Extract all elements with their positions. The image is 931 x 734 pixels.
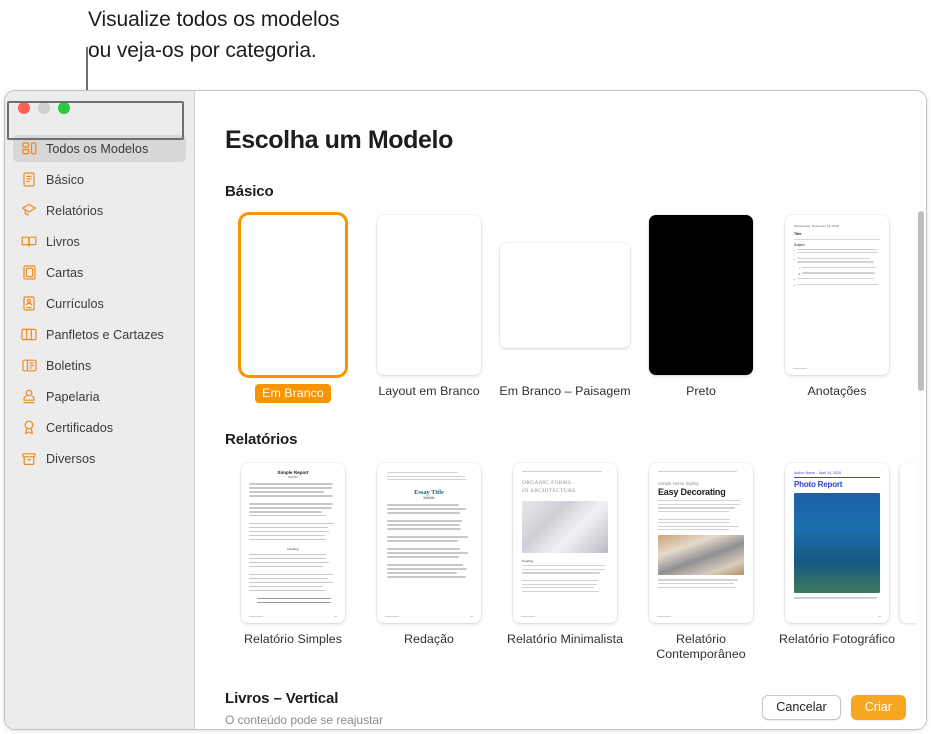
- sidebar-item-diversos[interactable]: Diversos: [13, 445, 186, 472]
- sidebar-item-label: Todos os Modelos: [46, 142, 148, 156]
- template-label: Layout em Branco: [378, 384, 479, 399]
- stamp-icon: [21, 389, 37, 405]
- sidebar-item-label: Relatórios: [46, 204, 103, 218]
- sidebar-item-cartas[interactable]: Cartas: [13, 259, 186, 286]
- open-book-icon: [21, 234, 37, 250]
- document-icon: [21, 172, 37, 188]
- sidebar-item-boletins[interactable]: Boletins: [13, 352, 186, 379]
- template-sections: BásicoEm BrancoLayout em BrancoEm Branco…: [225, 183, 926, 727]
- template-label: Anotações: [807, 384, 866, 399]
- sidebar-item-todos-os-modelos[interactable]: Todos os Modelos: [13, 135, 186, 162]
- template-thumbnail[interactable]: [377, 215, 481, 375]
- template-label: Relatório Fotográfico: [779, 632, 895, 647]
- template-label: Redação: [404, 632, 454, 647]
- screenshot-root: Visualize todos os modelos ou veja-os po…: [0, 0, 931, 734]
- template-card[interactable]: Layout em Branco: [361, 215, 497, 403]
- template-thumbnail-wrap: Simple Home StylingEasy Decorating: [633, 463, 769, 623]
- sidebar: Todos os Modelos Básico Relatórios Livros Ca…: [5, 91, 195, 729]
- template-thumbnail[interactable]: [649, 215, 753, 375]
- template-thumbnail-wrap: [225, 215, 361, 375]
- zoom-button[interactable]: [58, 102, 70, 114]
- sidebar-item-panfletos-e-cartazes[interactable]: Panfletos e Cartazes: [13, 321, 186, 348]
- sidebar-item-label: Currículos: [46, 297, 104, 311]
- template-row: Simple ReportSubtitleHeading Relatório Si…: [225, 463, 926, 662]
- template-thumbnail-wrap: Simple ReportSubtitleHeading: [225, 463, 361, 623]
- template-thumbnail-wrap: [497, 215, 633, 375]
- template-thumbnail-wrap: Essay TitleSubtitle: [361, 463, 497, 623]
- sidebar-item-label: Cartas: [46, 266, 83, 280]
- template-thumbnail-wrap: [361, 215, 497, 375]
- template-card[interactable]: Preto: [633, 215, 769, 403]
- template-thumbnail[interactable]: Simple Home StylingEasy Decorating: [649, 463, 753, 623]
- template-thumbnail[interactable]: [500, 243, 630, 348]
- template-thumbnail-wrap: Wednesday, December 19, 2018TitleSubject: [769, 215, 905, 375]
- template-label: Relatório Minimalista: [507, 632, 623, 647]
- archive-box-icon: [21, 451, 37, 467]
- template-chooser-window: Todos os Modelos Básico Relatórios Livros Ca…: [4, 90, 927, 730]
- template-card[interactable]: Em Branco – Paisagem: [497, 215, 633, 403]
- grid-icon: [21, 141, 37, 157]
- page-title: Escolha um Modelo: [225, 126, 926, 155]
- section-heading: Relatórios: [225, 431, 926, 448]
- template-thumbnail-wrap: [633, 215, 769, 375]
- sidebar-category-list: Todos os Modelos Básico Relatórios Livros Ca…: [5, 135, 194, 472]
- sidebar-item-label: Boletins: [46, 359, 91, 373]
- award-ribbon-icon: [21, 420, 37, 436]
- sidebar-item-papelaria[interactable]: Papelaria: [13, 383, 186, 410]
- template-thumbnail[interactable]: Essay TitleSubtitle: [377, 463, 481, 623]
- sidebar-item-label: Papelaria: [46, 390, 100, 404]
- template-row: Em Branco Layout em Branco Em Branco – Pai…: [225, 215, 926, 403]
- sidebar-item-label: Básico: [46, 173, 84, 187]
- resume-icon: [21, 296, 37, 312]
- template-thumbnail-wrap: ORGANIC FORMSIN ARCHITECTUREHeading: [497, 463, 633, 623]
- sidebar-item-b-sico[interactable]: Básico: [13, 166, 186, 193]
- letter-frame-icon: [21, 265, 37, 281]
- template-card[interactable]: Em Branco: [225, 215, 361, 403]
- sidebar-item-livros[interactable]: Livros: [13, 228, 186, 255]
- callout-text: Visualize todos os modelos ou veja-os po…: [88, 4, 508, 66]
- template-thumbnail-wrap: Author Name – April 14, 2020Photo Report: [769, 463, 905, 623]
- create-button[interactable]: Criar: [851, 695, 906, 720]
- template-label: Relatório Contemporâneo: [633, 632, 769, 662]
- template-thumbnail[interactable]: ORGANIC FORMSIN ARCHITECTUREHeading: [513, 463, 617, 623]
- section-heading: Básico: [225, 183, 926, 200]
- minimize-button[interactable]: [38, 102, 50, 114]
- template-card[interactable]: ORGANIC FORMSIN ARCHITECTUREHeading Relat…: [497, 463, 633, 662]
- template-card[interactable]: Simple Home StylingEasy Decorating Relató…: [633, 463, 769, 662]
- template-card[interactable]: Author Name – April 14, 2020Photo Report…: [769, 463, 905, 662]
- template-scroll-area[interactable]: Escolha um Modelo Básico Em Branco Layout …: [195, 91, 926, 729]
- cancel-button[interactable]: Cancelar: [762, 695, 840, 720]
- main-content: Escolha um Modelo Básico Em Branco Layout …: [195, 91, 926, 729]
- sidebar-item-label: Diversos: [46, 452, 95, 466]
- template-thumbnail[interactable]: Simple ReportSubtitleHeading: [241, 463, 345, 623]
- template-label: Em Branco: [255, 384, 331, 403]
- template-label: Preto: [686, 384, 716, 399]
- trifold-brochure-icon: [21, 327, 37, 343]
- vertical-scrollbar[interactable]: [918, 211, 924, 391]
- template-thumbnail[interactable]: Author Name – April 14, 2020Photo Report: [785, 463, 889, 623]
- sidebar-item-label: Livros: [46, 235, 80, 249]
- sidebar-item-curr-culos[interactable]: Currículos: [13, 290, 186, 317]
- template-card[interactable]: Simple ReportSubtitleHeading Relatório Si…: [225, 463, 361, 662]
- template-card[interactable]: Essay TitleSubtitle Redação: [361, 463, 497, 662]
- close-button[interactable]: [18, 102, 30, 114]
- template-label: Em Branco – Paisagem: [499, 384, 630, 399]
- partial-template-card[interactable]: [900, 463, 918, 623]
- dialog-footer: Cancelar Criar: [385, 685, 926, 729]
- template-label: Relatório Simples: [244, 632, 342, 647]
- template-thumbnail[interactable]: Wednesday, December 19, 2018TitleSubject: [785, 215, 889, 375]
- graduation-cap-icon: [21, 203, 37, 219]
- template-thumbnail[interactable]: [241, 215, 345, 375]
- newspaper-icon: [21, 358, 37, 374]
- sidebar-item-certificados[interactable]: Certificados: [13, 414, 186, 441]
- sidebar-item-relat-rios[interactable]: Relatórios: [13, 197, 186, 224]
- template-card[interactable]: Wednesday, December 19, 2018TitleSubject…: [769, 215, 905, 403]
- sidebar-item-label: Certificados: [46, 421, 113, 435]
- window-controls: [18, 102, 70, 114]
- sidebar-item-label: Panfletos e Cartazes: [46, 328, 164, 342]
